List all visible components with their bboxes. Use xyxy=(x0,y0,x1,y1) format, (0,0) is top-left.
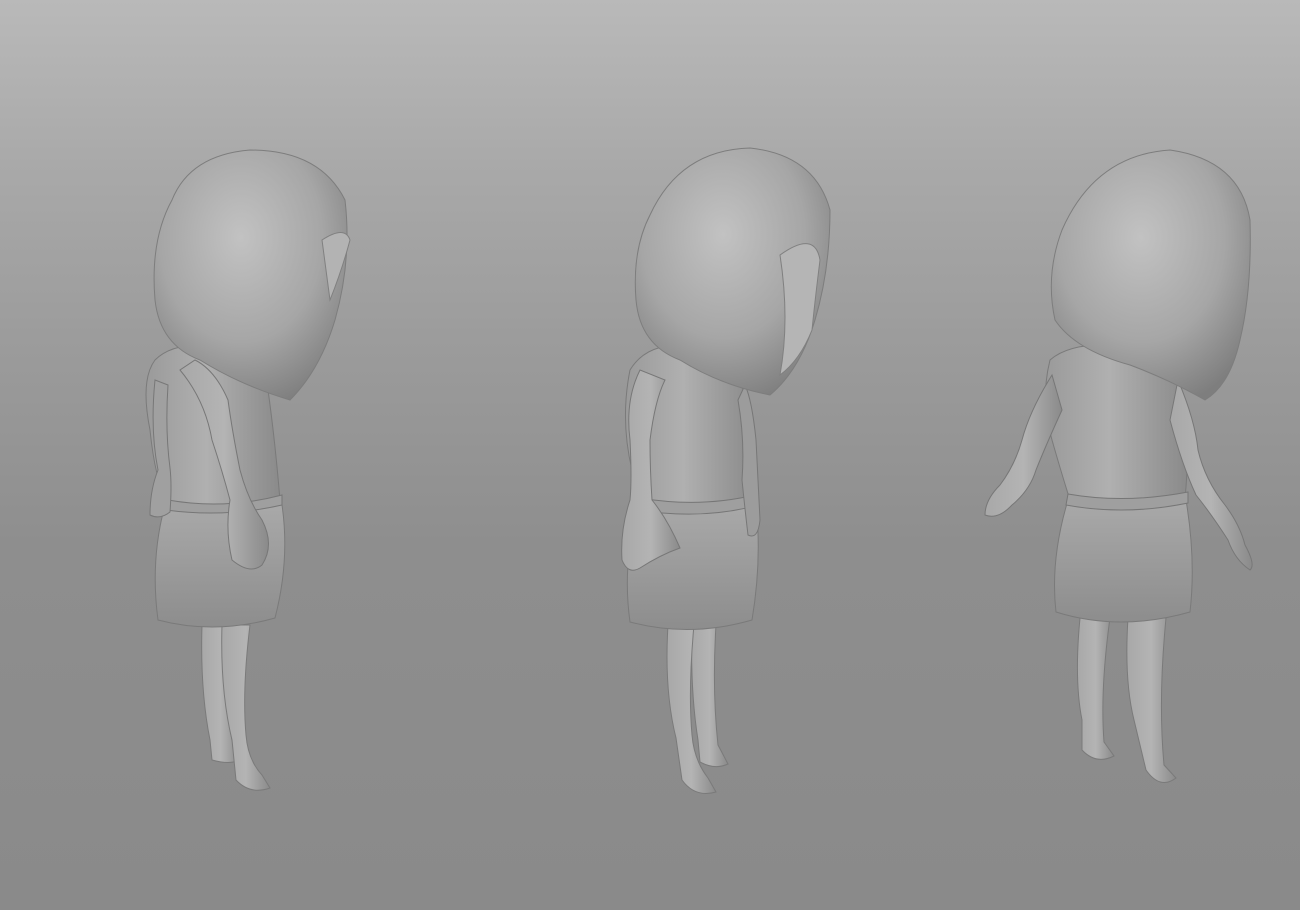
render-viewport xyxy=(0,0,1300,910)
figure-2-leg-back xyxy=(691,624,729,768)
figure-3-arm-left xyxy=(984,373,1063,517)
scene-canvas xyxy=(145,147,1253,794)
figure-three-quarter-view xyxy=(621,147,831,794)
figure-1-skirt xyxy=(154,499,286,628)
figure-back-view xyxy=(984,149,1253,783)
figure-3-leg-left xyxy=(1076,617,1115,760)
figure-1-leg-front xyxy=(221,624,271,791)
figure-side-view xyxy=(145,149,351,791)
figure-3-leg-right xyxy=(1126,617,1177,783)
figure-3-skirt xyxy=(1054,495,1193,623)
